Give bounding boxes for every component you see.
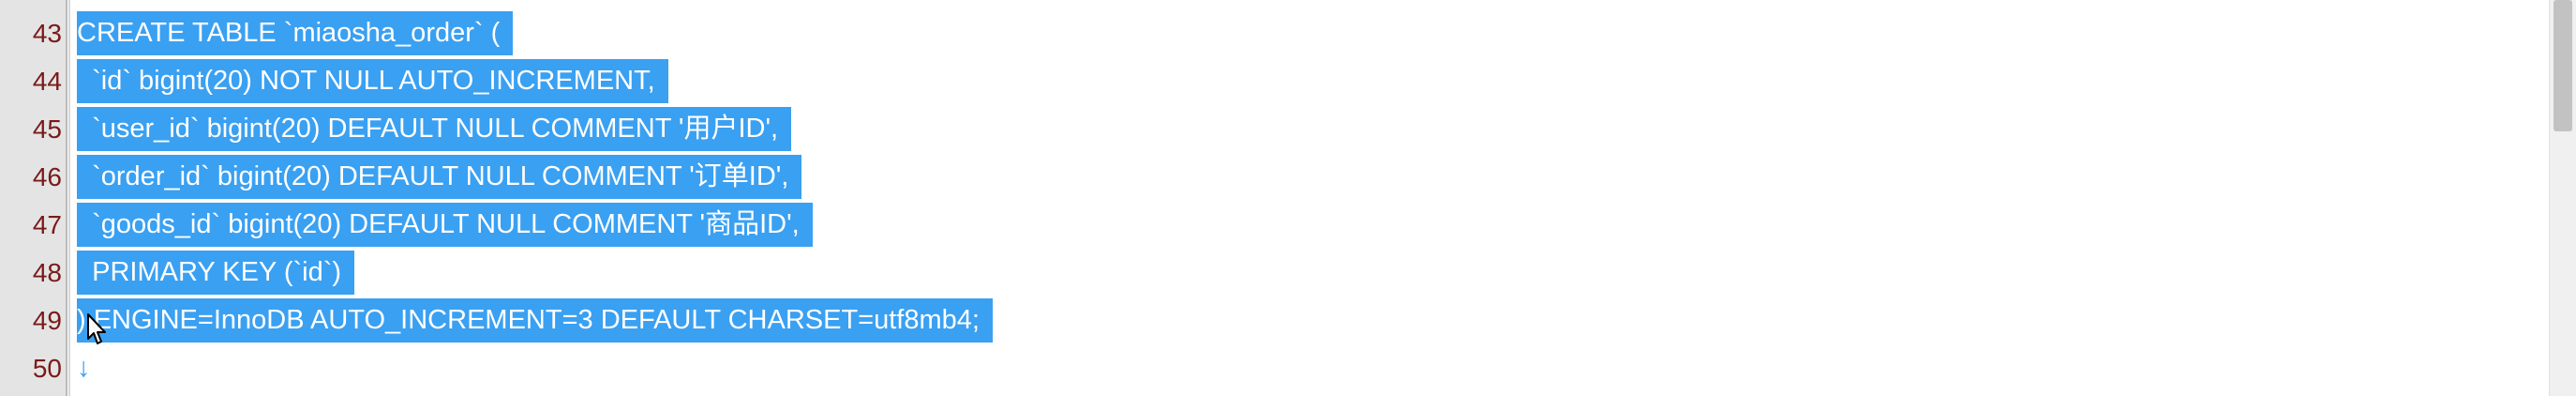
code-line[interactable]: 49 ) ENGINE=InnoDB AUTO_INCREMENT=3 DEFA… [0, 297, 2531, 344]
code-text[interactable]: `order_id` bigint(20) DEFAULT NULL COMME… [77, 155, 802, 199]
code-line[interactable]: 44 `id` bigint(20) NOT NULL AUTO_INCREME… [0, 57, 2531, 105]
line-number: 46 [32, 162, 62, 191]
code-line[interactable]: 45 `user_id` bigint(20) DEFAULT NULL COM… [0, 105, 2531, 153]
line-number: 48 [32, 258, 62, 287]
code-text[interactable]: `goods_id` bigint(20) DEFAULT NULL COMME… [77, 203, 813, 247]
code-text[interactable]: PRIMARY KEY (`id`) [77, 251, 355, 295]
line-number: 49 [32, 306, 62, 335]
code-line[interactable]: 46 `order_id` bigint(20) DEFAULT NULL CO… [0, 153, 2531, 201]
code-line[interactable]: 50 ↓ [0, 344, 2531, 392]
code-text[interactable]: `id` bigint(20) NOT NULL AUTO_INCREMENT, [77, 59, 668, 103]
line-number: 44 [32, 67, 62, 96]
code-editor[interactable]: 43 CREATE TABLE `miaosha_order` ( 44 `id… [0, 0, 2576, 396]
code-text[interactable]: ) ENGINE=InnoDB AUTO_INCREMENT=3 DEFAULT… [77, 298, 993, 343]
line-break-marker: ↓ [77, 353, 91, 383]
code-text[interactable]: CREATE TABLE `miaosha_order` ( [77, 11, 514, 55]
code-line[interactable]: 47 `goods_id` bigint(20) DEFAULT NULL CO… [0, 201, 2531, 249]
line-number: 43 [32, 19, 62, 48]
code-line[interactable]: 48 PRIMARY KEY (`id`) [0, 249, 2531, 297]
mouse-pointer-icon [87, 313, 106, 344]
vertical-scrollbar[interactable] [2549, 0, 2576, 396]
code-line[interactable]: 43 CREATE TABLE `miaosha_order` ( [0, 9, 2531, 57]
line-number: 45 [32, 114, 62, 144]
line-number: 50 [32, 354, 62, 383]
scrollbar-thumb[interactable] [2554, 0, 2572, 131]
code-text[interactable]: `user_id` bigint(20) DEFAULT NULL COMMEN… [77, 107, 792, 151]
line-number: 47 [32, 210, 62, 239]
